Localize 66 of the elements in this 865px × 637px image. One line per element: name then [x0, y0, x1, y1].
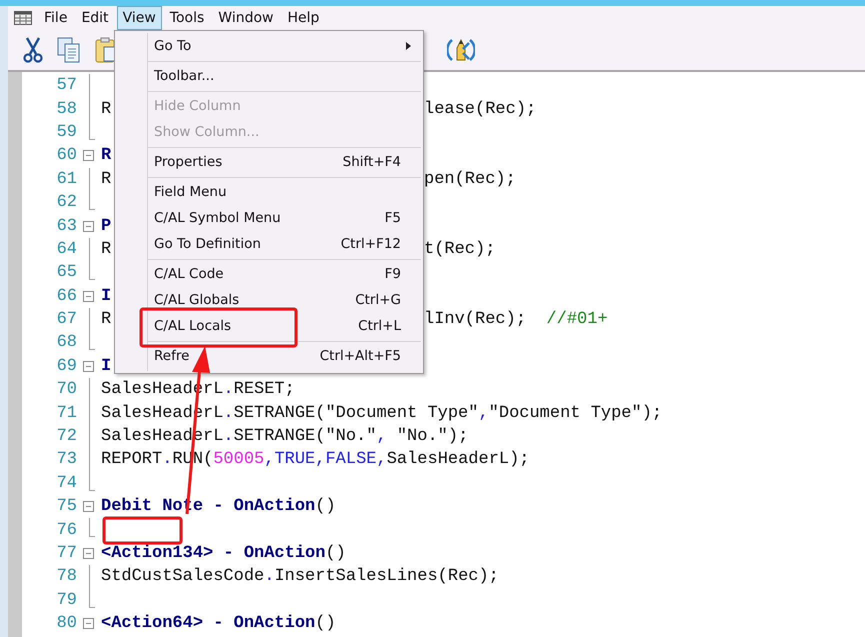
- line-number: 60: [56, 146, 77, 166]
- menu-title[interactable]: Help: [282, 6, 326, 30]
- code-text: I: [101, 356, 112, 376]
- collapse-icon[interactable]: [83, 220, 94, 232]
- line-number: 70: [56, 380, 77, 400]
- menu-item[interactable]: C/AL Locals Ctrl+L: [115, 313, 423, 339]
- code-text: pen(Rec);: [424, 170, 516, 189]
- collapse-icon[interactable]: [83, 618, 94, 630]
- copy-icon[interactable]: [57, 37, 81, 63]
- line-number: 65: [56, 263, 77, 282]
- line-number: 63: [56, 216, 77, 236]
- collapse-icon[interactable]: [83, 548, 94, 559]
- code-text: R: [101, 310, 112, 330]
- code-text: <Action64> - OnAction(): [101, 614, 336, 634]
- line-number: 74: [56, 474, 77, 493]
- line-number: 57: [56, 76, 77, 96]
- line-number: 76: [56, 520, 77, 540]
- line-number: 73: [56, 450, 77, 470]
- code-text: StdCustSalesCode.InsertSalesLines(Rec);: [101, 567, 499, 586]
- menu-item[interactable]: Toolbar...: [115, 63, 423, 89]
- collapse-icon[interactable]: [83, 501, 94, 512]
- line-number: 66: [56, 286, 77, 306]
- line-number: 59: [56, 122, 77, 142]
- menu-item[interactable]: C/AL Code F9: [115, 261, 423, 287]
- code-text: lease(Rec);: [424, 100, 536, 119]
- collapse-icon[interactable]: [83, 150, 94, 162]
- code-text: t(Rec);: [424, 240, 496, 259]
- pencil-signal-icon[interactable]: [447, 37, 475, 63]
- menu-item[interactable]: C/AL Globals Ctrl+G: [115, 287, 423, 313]
- code-text: R: [101, 100, 112, 119]
- scissors-icon[interactable]: [23, 37, 43, 63]
- menu-item[interactable]: Go To Definition Ctrl+F12: [115, 231, 423, 257]
- code-text: <Action134> - OnAction(): [101, 544, 346, 563]
- menu-item[interactable]: Field Menu: [115, 179, 423, 205]
- line-number: 64: [56, 240, 77, 259]
- menu-item[interactable]: Refre Ctrl+Alt+F5: [115, 343, 423, 369]
- table-icon[interactable]: [14, 11, 32, 25]
- menu-item[interactable]: Properties Shift+F4: [115, 149, 423, 175]
- clipboard-icon[interactable]: [95, 37, 117, 63]
- line-number: 78: [56, 567, 77, 586]
- line-number: 77: [56, 544, 77, 563]
- code-text: R: [101, 146, 112, 166]
- line-number: 62: [56, 193, 77, 212]
- code-text: lInv(Rec); //#01+: [424, 310, 608, 330]
- line-number: 72: [56, 427, 77, 446]
- menu-title[interactable]: Tools: [164, 6, 210, 30]
- line-number: 79: [56, 590, 77, 610]
- line-number: 69: [56, 356, 77, 376]
- line-number: 80: [56, 614, 77, 634]
- line-number: 58: [56, 100, 77, 119]
- code-text: P: [101, 216, 112, 236]
- line-number: 75: [56, 497, 77, 516]
- line-number: 61: [56, 170, 77, 189]
- code-text: I: [101, 286, 112, 306]
- code-text: R: [101, 170, 112, 189]
- menu-title[interactable]: Edit: [75, 6, 115, 30]
- menu-title[interactable]: Window: [212, 6, 280, 30]
- menu-item[interactable]: C/AL Symbol Menu F5: [115, 205, 423, 231]
- collapse-icon[interactable]: [83, 360, 94, 372]
- code-text: R: [101, 240, 112, 259]
- line-number: 68: [56, 333, 77, 352]
- line-number: 71: [56, 404, 77, 423]
- menu-title[interactable]: File: [38, 6, 74, 30]
- menu-title[interactable]: View: [116, 6, 162, 30]
- collapse-icon[interactable]: [83, 290, 94, 302]
- line-number: 67: [56, 310, 77, 330]
